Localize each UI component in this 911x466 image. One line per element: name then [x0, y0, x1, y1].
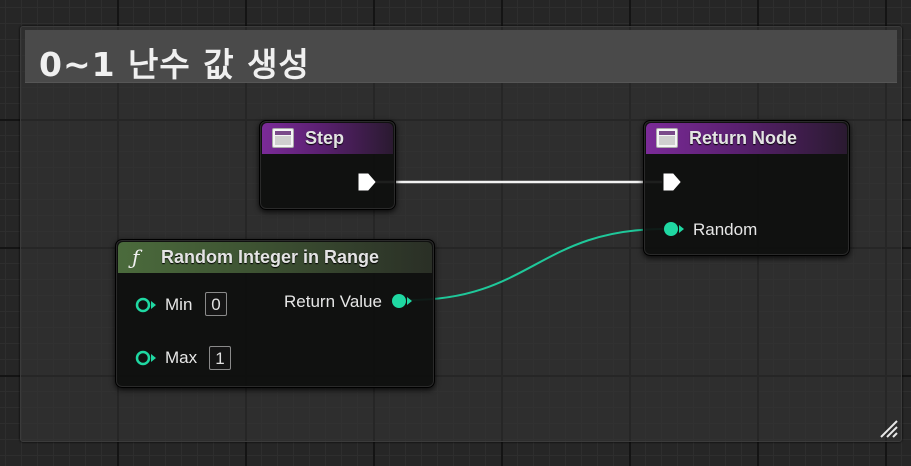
min-pin-label: Min: [165, 295, 193, 314]
data-wire[interactable]: [409, 228, 665, 301]
max-in-pin-icon[interactable]: [135, 349, 157, 367]
min-value-input[interactable]: 0: [205, 292, 227, 316]
exec-out-pin-icon[interactable]: [357, 172, 377, 192]
return-value-out-pin-icon[interactable]: [391, 292, 413, 310]
random-integer-node[interactable]: ƒ Random Integer in Range Min 0 Max 1 Re…: [115, 239, 435, 388]
random-integer-node-header[interactable]: ƒ Random Integer in Range: [118, 242, 432, 273]
min-in-pin-icon[interactable]: [135, 296, 157, 314]
exec-in-pin-icon[interactable]: [662, 172, 682, 192]
max-pin-label: Max: [165, 348, 198, 367]
return-node-title: Return Node: [689, 128, 797, 148]
step-node-title: Step: [305, 128, 345, 148]
max-value-input[interactable]: 1: [209, 346, 231, 370]
step-node[interactable]: Step: [259, 120, 396, 210]
return-node-header[interactable]: Return Node: [646, 123, 847, 154]
step-node-header[interactable]: Step: [262, 123, 393, 154]
node-icon: [656, 128, 678, 148]
node-icon: [272, 128, 294, 148]
function-icon: ƒ: [132, 245, 140, 269]
return-value-pin-label: Return Value: [284, 292, 382, 311]
random-in-pin-icon[interactable]: [663, 220, 685, 238]
random-pin-label: Random: [693, 220, 758, 239]
random-integer-node-title: Random Integer in Range: [161, 247, 380, 267]
return-node[interactable]: Return Node Random: [643, 120, 850, 256]
